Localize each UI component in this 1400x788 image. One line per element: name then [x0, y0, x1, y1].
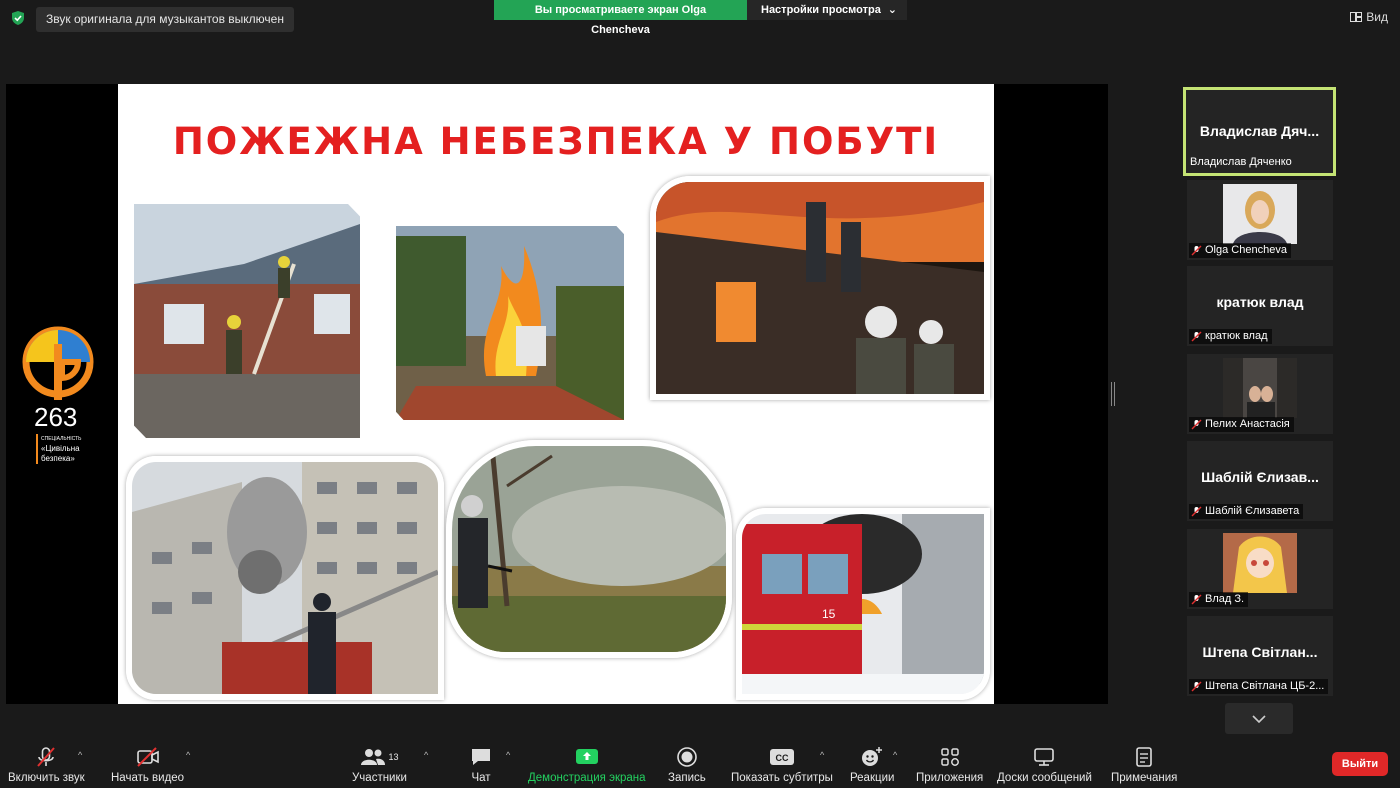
view-options-label: Настройки просмотра	[761, 4, 881, 16]
presentation-slide: ПОЖЕЖНА НЕБЕЗПЕКА У ПОБУТІ 15	[118, 84, 994, 704]
view-options-dropdown[interactable]: Настройки просмотра ⌄	[747, 0, 907, 20]
show-captions-button[interactable]: CC Показать субтитры	[731, 736, 833, 788]
photo-apartment-fire	[126, 456, 444, 700]
chat-button[interactable]: Чат	[470, 736, 492, 788]
mic-muted-icon	[1191, 594, 1202, 605]
video-options-caret-icon[interactable]: ^	[186, 750, 190, 760]
chevron-down-icon: ⌄	[887, 4, 897, 16]
logo-caption: СПЕЦІАЛЬНІСТЬ «Цивільна безпека»	[36, 434, 81, 464]
participant-photo	[1223, 533, 1297, 593]
screen-share-banner: Вы просматриваете экран Olga Chencheva Н…	[494, 0, 907, 36]
reactions-smiley-icon	[862, 747, 883, 766]
leave-meeting-button[interactable]: Выйти	[1332, 752, 1388, 776]
record-button[interactable]: Запись	[668, 736, 706, 788]
whiteboard-icon	[1034, 748, 1055, 766]
reactions-button[interactable]: Реакции	[850, 736, 894, 788]
unmute-label: Включить звук	[8, 772, 85, 784]
panel-resize-handle[interactable]	[1111, 382, 1115, 406]
participant-photo	[1223, 184, 1297, 244]
cc-text: CC	[775, 753, 788, 763]
unmute-button[interactable]: Включить звук	[8, 736, 85, 788]
share-screen-icon	[575, 749, 598, 764]
reactions-label: Реакции	[850, 772, 895, 784]
apps-icon	[940, 748, 959, 766]
mic-muted-icon	[1191, 245, 1202, 256]
specialty-logo-icon	[22, 326, 94, 400]
participant-tile[interactable]: Влад З.	[1187, 529, 1333, 609]
apps-button[interactable]: Приложения	[916, 736, 983, 788]
participant-label: Пелих Анастасія	[1189, 417, 1294, 432]
participants-button[interactable]: 13 Участники	[352, 736, 407, 788]
participants-icon	[361, 749, 386, 765]
mic-muted-icon	[1191, 331, 1202, 342]
video-off-icon	[136, 747, 159, 767]
whiteboards-button[interactable]: Доски сообщений	[997, 736, 1092, 788]
participant-label: Шаблій Єлизавета	[1189, 504, 1304, 519]
mic-muted-icon	[1191, 681, 1202, 692]
participant-label: Владислав Дяченко	[1190, 156, 1292, 168]
photo-shed-fire	[390, 220, 630, 426]
photo-fire-truck: 15	[736, 508, 990, 700]
view-button[interactable]: Вид	[1350, 10, 1388, 24]
notes-icon	[1136, 747, 1153, 767]
participants-options-caret-icon[interactable]: ^	[424, 750, 428, 760]
chevron-down-icon	[1252, 714, 1266, 723]
chat-label: Чат	[471, 772, 491, 784]
participants-label: Участники	[352, 772, 407, 784]
participants-count: 13	[388, 752, 399, 762]
participant-tile[interactable]: Пелих Анастасія	[1187, 354, 1333, 434]
photo-house-fire	[128, 198, 366, 444]
mic-muted-icon	[37, 747, 56, 767]
closed-captions-icon: CC	[769, 749, 794, 765]
participant-tile[interactable]: Olga Chencheva	[1187, 180, 1333, 260]
start-video-label: Начать видео	[111, 772, 185, 784]
encryption-shield-icon[interactable]	[10, 10, 26, 26]
sharing-status-label: Вы просматриваете экран Olga Chencheva	[494, 0, 747, 36]
participant-label: кратюк влад	[1189, 329, 1272, 344]
start-video-button[interactable]: Начать видео	[111, 736, 184, 788]
whiteboards-label: Доски сообщений	[997, 772, 1092, 784]
logo-number: 263	[34, 402, 78, 432]
participant-display-name: кратюк влад	[1216, 294, 1304, 310]
participant-label: Штепа Світлана ЦБ-2...	[1189, 679, 1329, 694]
participant-tile[interactable]: Владислав Дяч... Владислав Дяченко	[1183, 87, 1336, 176]
record-icon	[677, 747, 697, 767]
photo-night-roof-fire	[650, 176, 990, 400]
share-screen-button[interactable]: Демонстрация экрана	[528, 736, 646, 788]
audio-options-caret-icon[interactable]: ^	[78, 750, 82, 760]
notes-button[interactable]: Примечания	[1111, 736, 1177, 788]
record-label: Запись	[668, 772, 706, 784]
photo-grass-fire	[446, 440, 732, 658]
scroll-participants-down-button[interactable]	[1225, 703, 1293, 734]
captions-options-caret-icon[interactable]: ^	[820, 750, 824, 760]
meeting-toolbar: Включить звук ^ Начать видео ^ 13 Участн…	[0, 736, 1400, 788]
participant-tile[interactable]: Штепа Світлан... Штепа Світлана ЦБ-2...	[1187, 616, 1333, 696]
notes-label: Примечания	[1111, 772, 1178, 784]
share-screen-label: Демонстрация экрана	[528, 772, 646, 784]
reactions-options-caret-icon[interactable]: ^	[893, 750, 897, 760]
apps-label: Приложения	[916, 772, 984, 784]
shared-screen[interactable]: 263 СПЕЦІАЛЬНІСТЬ «Цивільна безпека» ПОЖ…	[6, 84, 1108, 704]
chat-icon	[472, 749, 490, 765]
participant-photo	[1223, 358, 1297, 418]
grid-view-icon	[1350, 12, 1363, 22]
participant-display-name: Штепа Світлан...	[1202, 644, 1318, 660]
chat-options-caret-icon[interactable]: ^	[506, 750, 510, 760]
zoom-meeting-window: Звук оригинала для музыкантов выключен В…	[0, 0, 1400, 788]
participant-tile[interactable]: кратюк влад кратюк влад	[1187, 266, 1333, 346]
participant-tile[interactable]: Шаблій Єлизав... Шаблій Єлизавета	[1187, 441, 1333, 521]
slide-title: ПОЖЕЖНА НЕБЕЗПЕКА У ПОБУТІ	[172, 120, 940, 163]
view-button-label: Вид	[1366, 10, 1388, 24]
participant-display-name: Владислав Дяч...	[1199, 123, 1320, 139]
mic-muted-icon	[1191, 506, 1202, 517]
participant-label: Olga Chencheva	[1189, 243, 1291, 258]
participant-label: Влад З.	[1189, 592, 1249, 607]
truck-number: 15	[822, 607, 836, 621]
participant-display-name: Шаблій Єлизав...	[1201, 469, 1319, 485]
show-captions-label: Показать субтитры	[731, 772, 833, 784]
mic-muted-icon	[1191, 419, 1202, 430]
original-sound-notice[interactable]: Звук оригинала для музыкантов выключен	[36, 7, 294, 32]
